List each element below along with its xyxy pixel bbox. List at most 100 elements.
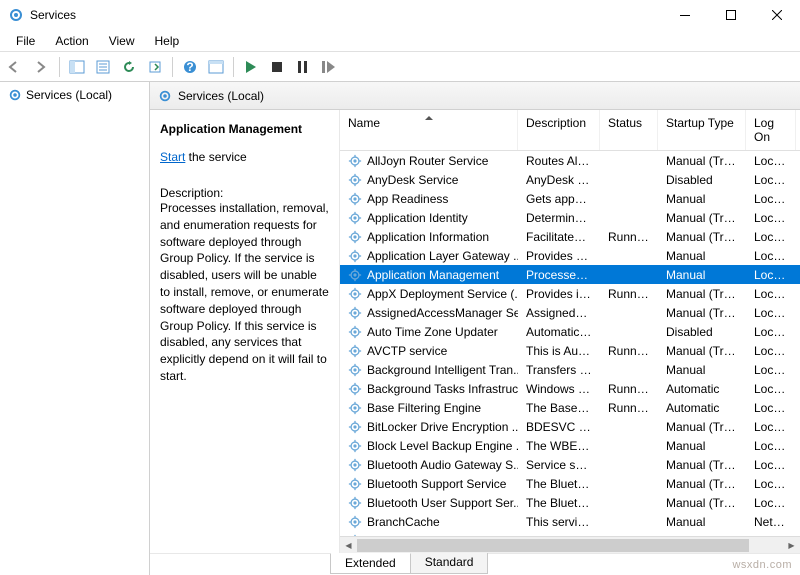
service-row[interactable]: Bluetooth Audio Gateway S...Service sup.… — [340, 455, 800, 474]
service-desc: Service sup... — [518, 458, 600, 472]
service-desc: The Bluetoo... — [518, 496, 600, 510]
refresh-button[interactable] — [117, 55, 141, 79]
gear-icon — [348, 173, 362, 187]
service-logon: Networ — [746, 515, 796, 529]
service-name: App Readiness — [367, 192, 448, 206]
service-row[interactable]: Block Level Backup Engine ...The WBENG..… — [340, 436, 800, 455]
forward-button[interactable] — [30, 55, 54, 79]
service-row[interactable]: AVCTP serviceThis is Audi...RunningManua… — [340, 341, 800, 360]
service-row[interactable]: AssignedAccessManager Se...AssignedAc...… — [340, 303, 800, 322]
menu-bar: File Action View Help — [0, 30, 800, 52]
service-row[interactable]: AppX Deployment Service (...Provides inf… — [340, 284, 800, 303]
service-row[interactable]: Application InformationFacilitates t...R… — [340, 227, 800, 246]
window-title: Services — [30, 8, 662, 22]
menu-file[interactable]: File — [6, 32, 45, 50]
service-row[interactable]: App ReadinessGets apps re...ManualLocal … — [340, 189, 800, 208]
service-row[interactable]: AllJoyn Router ServiceRoutes AllJoy...Ma… — [340, 151, 800, 170]
service-logon: Local Se — [746, 249, 796, 263]
restart-service-button[interactable] — [317, 55, 341, 79]
service-logon: Local Sy — [746, 173, 796, 187]
scroll-left-button[interactable]: ◀ — [340, 537, 357, 554]
service-logon: Local Sy — [746, 287, 796, 301]
close-button[interactable] — [754, 0, 800, 30]
service-startup: Manual (Trig... — [658, 306, 746, 320]
column-status[interactable]: Status — [600, 110, 658, 150]
scroll-right-button[interactable]: ▶ — [783, 537, 800, 554]
service-row[interactable]: Background Intelligent Tran...Transfers … — [340, 360, 800, 379]
properties-button[interactable] — [91, 55, 115, 79]
back-button[interactable] — [4, 55, 28, 79]
service-name: Block Level Backup Engine ... — [367, 439, 518, 453]
gear-icon — [348, 420, 362, 434]
service-status: Running — [600, 230, 658, 244]
service-startup: Manual (Trig... — [658, 211, 746, 225]
service-row[interactable]: BranchCacheThis service...ManualNetwor — [340, 512, 800, 531]
service-startup: Automatic — [658, 401, 746, 415]
start-service-button[interactable] — [239, 55, 263, 79]
minimize-button[interactable] — [662, 0, 708, 30]
service-desc: Automatica... — [518, 325, 600, 339]
show-hide-tree-button[interactable] — [65, 55, 89, 79]
column-startup[interactable]: Startup Type — [658, 110, 746, 150]
help-button[interactable]: ? — [178, 55, 202, 79]
service-name: BitLocker Drive Encryption ... — [367, 420, 518, 434]
tree-root-label: Services (Local) — [26, 88, 112, 102]
menu-help[interactable]: Help — [145, 32, 190, 50]
description-text: Processes installation, removal, and enu… — [160, 200, 329, 385]
service-row[interactable]: Auto Time Zone UpdaterAutomatica...Disab… — [340, 322, 800, 341]
column-logon[interactable]: Log On — [746, 110, 796, 150]
service-row[interactable]: AnyDesk ServiceAnyDesk su...DisabledLoca… — [340, 170, 800, 189]
app-icon — [8, 7, 24, 23]
start-service-link[interactable]: Start — [160, 150, 185, 164]
gear-icon — [348, 477, 362, 491]
services-icon — [8, 88, 22, 102]
tab-standard[interactable]: Standard — [410, 553, 489, 574]
service-row[interactable]: Application IdentityDetermines ...Manual… — [340, 208, 800, 227]
title-bar: Services — [0, 0, 800, 30]
service-status: Running — [600, 382, 658, 396]
menu-view[interactable]: View — [99, 32, 145, 50]
view-detail-button[interactable] — [204, 55, 228, 79]
service-desc: AssignedAc... — [518, 306, 600, 320]
gear-icon — [348, 458, 362, 472]
service-logon: Local Se — [746, 458, 796, 472]
gear-icon — [348, 154, 362, 168]
horizontal-scrollbar[interactable]: ◀ ▶ — [340, 536, 800, 553]
service-desc: Processes in... — [518, 268, 600, 282]
service-row[interactable]: Base Filtering EngineThe Base Fil...Runn… — [340, 398, 800, 417]
service-name: Application Management — [367, 268, 499, 282]
tree-root-item[interactable]: Services (Local) — [0, 86, 149, 104]
service-logon: Local Sy — [746, 496, 796, 510]
maximize-button[interactable] — [708, 0, 754, 30]
watermark: wsxdn.com — [732, 559, 792, 571]
detail-pane: Application Management Start the service… — [150, 110, 340, 553]
service-logon: Local Sy — [746, 230, 796, 244]
column-description[interactable]: Description — [518, 110, 600, 150]
service-row[interactable]: BitLocker Drive Encryption ...BDESVC hos… — [340, 417, 800, 436]
service-name: AssignedAccessManager Se... — [367, 306, 518, 320]
service-row[interactable]: Background Tasks Infrastruc...Windows in… — [340, 379, 800, 398]
service-desc: Provides su... — [518, 249, 600, 263]
export-button[interactable] — [143, 55, 167, 79]
column-name[interactable]: Name — [340, 110, 518, 150]
service-logon: Local Sy — [746, 382, 796, 396]
gear-icon — [348, 344, 362, 358]
selected-service-title: Application Management — [160, 122, 329, 136]
gear-icon — [348, 515, 362, 529]
service-row[interactable]: Application ManagementProcesses in...Man… — [340, 265, 800, 284]
menu-action[interactable]: Action — [45, 32, 98, 50]
gear-icon — [348, 230, 362, 244]
service-row[interactable]: Application Layer Gateway ...Provides su… — [340, 246, 800, 265]
tab-extended[interactable]: Extended — [330, 553, 411, 574]
service-name: Application Information — [367, 230, 489, 244]
service-list[interactable]: AllJoyn Router ServiceRoutes AllJoy...Ma… — [340, 151, 800, 536]
pause-service-button[interactable] — [291, 55, 315, 79]
service-name: AnyDesk Service — [367, 173, 458, 187]
stop-service-button[interactable] — [265, 55, 289, 79]
description-label: Description: — [160, 186, 329, 200]
svg-text:?: ? — [186, 60, 193, 74]
start-suffix: the service — [185, 150, 246, 164]
service-row[interactable]: Bluetooth User Support Ser...The Bluetoo… — [340, 493, 800, 512]
service-row[interactable]: Bluetooth Support ServiceThe Bluetoo...M… — [340, 474, 800, 493]
service-startup: Manual (Trig... — [658, 230, 746, 244]
